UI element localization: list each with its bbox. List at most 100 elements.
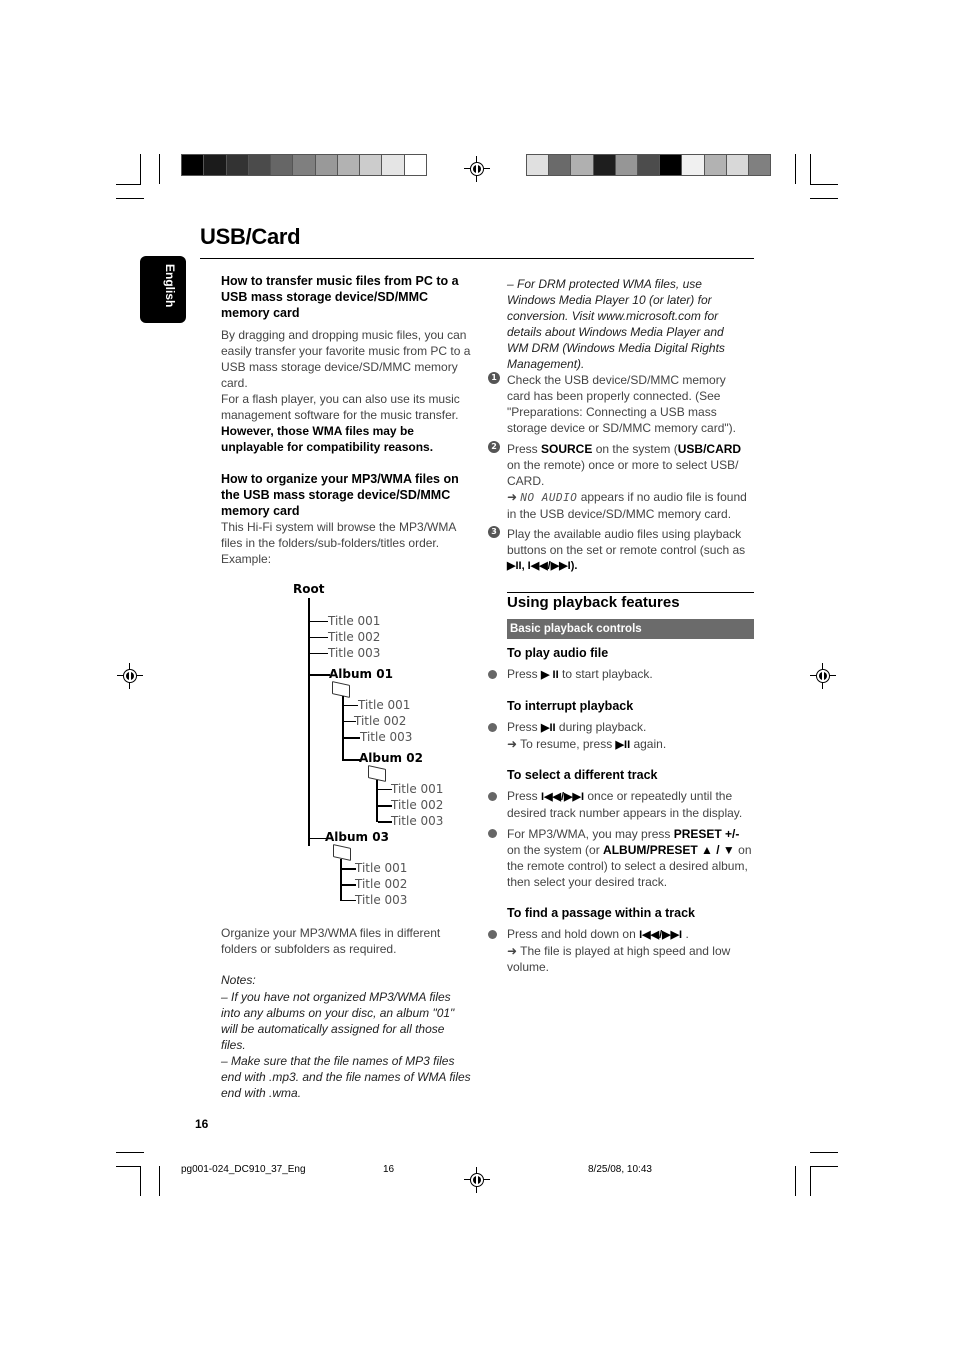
tree-line [342, 868, 356, 870]
tree-line [310, 637, 328, 638]
note-item: – Make sure that the file names of MP3 f… [221, 1054, 471, 1100]
skip-keys-icon: I◀◀/▶▶I [639, 929, 683, 941]
interrupt-section: To interrupt playback Press ▶II during p… [507, 698, 752, 753]
play-pause-key-icon: ▶II [541, 722, 556, 734]
color-swatch [271, 155, 293, 175]
find-text: Press and hold down on [507, 927, 640, 941]
wma-warning: However, those WMA files may be unplayab… [221, 424, 434, 454]
footer-page: 16 [383, 1164, 395, 1175]
color-swatch [315, 155, 337, 175]
folder-icon [332, 681, 350, 698]
registration-mark-icon [117, 663, 143, 689]
crop-mark [116, 198, 144, 199]
select-text: Press [507, 789, 542, 803]
color-swatch [204, 155, 226, 175]
color-swatch [337, 155, 360, 175]
tree-line [376, 780, 378, 822]
tree-line [342, 759, 360, 761]
tree-album-03: Album 03 [325, 830, 389, 844]
registration-mark-icon [464, 156, 490, 182]
lcd-display-text: NO AUDIO [520, 491, 578, 504]
organize-body: This Hi-Fi system will browse the MP3/WM… [221, 520, 456, 550]
step-number-icon: 1 [488, 372, 500, 384]
section-divider [507, 592, 754, 593]
bullet-icon [488, 670, 497, 679]
left-column-notes: Organize your MP3/WMA files in different… [221, 925, 471, 1101]
tree-title: Title 003 [391, 814, 444, 828]
step-2-text: on the remote) once or more to select US… [507, 458, 739, 488]
footer-filename: pg001-024_DC910_37_Eng [181, 1164, 306, 1175]
crop-mark [795, 154, 796, 184]
find-result: ➜ The file is played at high speed and l… [507, 944, 731, 974]
tree-line [378, 789, 392, 790]
interrupt-text: Press [507, 720, 542, 734]
tree-line [340, 859, 342, 901]
crop-mark [810, 198, 838, 199]
section-title: Using playback features [507, 594, 680, 611]
color-swatch [549, 155, 571, 175]
color-swatch [748, 155, 771, 175]
color-swatch [248, 155, 271, 175]
footer-timestamp: 8/25/08, 10:43 [588, 1164, 652, 1175]
resume-text: ➜ To resume, press [507, 737, 616, 751]
album-preset-key-label: ALBUM/PRESET ▲ / ▼ [603, 843, 735, 857]
play-pause-key-icon: ▶II [615, 739, 631, 751]
notes-label: Notes: [221, 973, 256, 987]
select-track-section: To select a different track Press I◀◀/▶▶… [507, 767, 754, 890]
tree-title: Title 003 [355, 893, 408, 907]
color-swatch [615, 155, 637, 175]
folder-icon [333, 844, 351, 861]
drm-note: – For DRM protected WMA files, use Windo… [507, 276, 747, 372]
select-text: For MP3/WMA, you may press [507, 827, 674, 841]
tree-title: Title 003 [328, 646, 381, 660]
tree-line [378, 805, 392, 807]
interrupt-text: during playback. [555, 720, 647, 734]
color-swatch [726, 155, 748, 175]
color-swatch [571, 155, 593, 175]
tree-line [310, 653, 328, 654]
organize-heading: How to organize your MP3/WMA files on th… [221, 472, 459, 518]
bullet-icon [488, 930, 497, 939]
tree-line [344, 737, 360, 739]
step-3-text: Play the available audio files using pla… [507, 527, 746, 557]
color-swatch [382, 155, 404, 175]
step-1-text: Check the USB device/SD/MMC memory card … [507, 373, 736, 435]
tree-title: Title 001 [391, 782, 444, 796]
tree-line [342, 884, 356, 886]
crop-mark [116, 184, 141, 185]
tree-title: Title 002 [355, 877, 408, 891]
crop-mark [140, 154, 141, 184]
color-calibration-bar-left [181, 154, 427, 176]
tree-title: Title 001 [358, 698, 411, 712]
play-pause-key-icon: ▶ II [541, 669, 559, 681]
note-item: – If you have not organized MP3/WMA file… [221, 990, 455, 1052]
color-swatch [360, 155, 382, 175]
tree-title: Title 002 [354, 714, 407, 728]
tree-title: Title 002 [391, 798, 444, 812]
crop-mark [795, 1166, 796, 1196]
arrow-icon: ➜ [507, 490, 521, 504]
step-1: Check the USB device/SD/MMC memory card … [507, 372, 752, 436]
transfer-body: By dragging and dropping music files, yo… [221, 328, 471, 390]
crop-mark [810, 1166, 838, 1167]
bullet-icon [488, 723, 497, 732]
color-swatch [682, 155, 704, 175]
find-heading: To find a passage within a track [507, 906, 696, 920]
playback-keys-icon: ▶II, I◀◀/▶▶I). [507, 560, 578, 572]
page-title: USB/Card [200, 224, 301, 249]
bullet-icon [488, 792, 497, 801]
drm-note-text: – For DRM protected WMA files, use Windo… [507, 277, 725, 371]
color-swatch [660, 155, 682, 175]
tree-title: Title 001 [355, 861, 408, 875]
color-swatch [293, 155, 315, 175]
play-heading: To play audio file [507, 646, 609, 660]
tree-title: Title 003 [360, 730, 413, 744]
step-2: Press SOURCE on the system (USB/CARD on … [507, 441, 755, 522]
color-swatch [182, 155, 204, 175]
tree-album-02: Album 02 [359, 751, 423, 765]
language-tab: English [140, 256, 186, 323]
example-label: Example: [221, 552, 272, 566]
play-text: Press [507, 667, 542, 681]
color-swatch [226, 155, 248, 175]
play-audio-section: To play audio file Press ▶ II to start p… [507, 645, 752, 683]
